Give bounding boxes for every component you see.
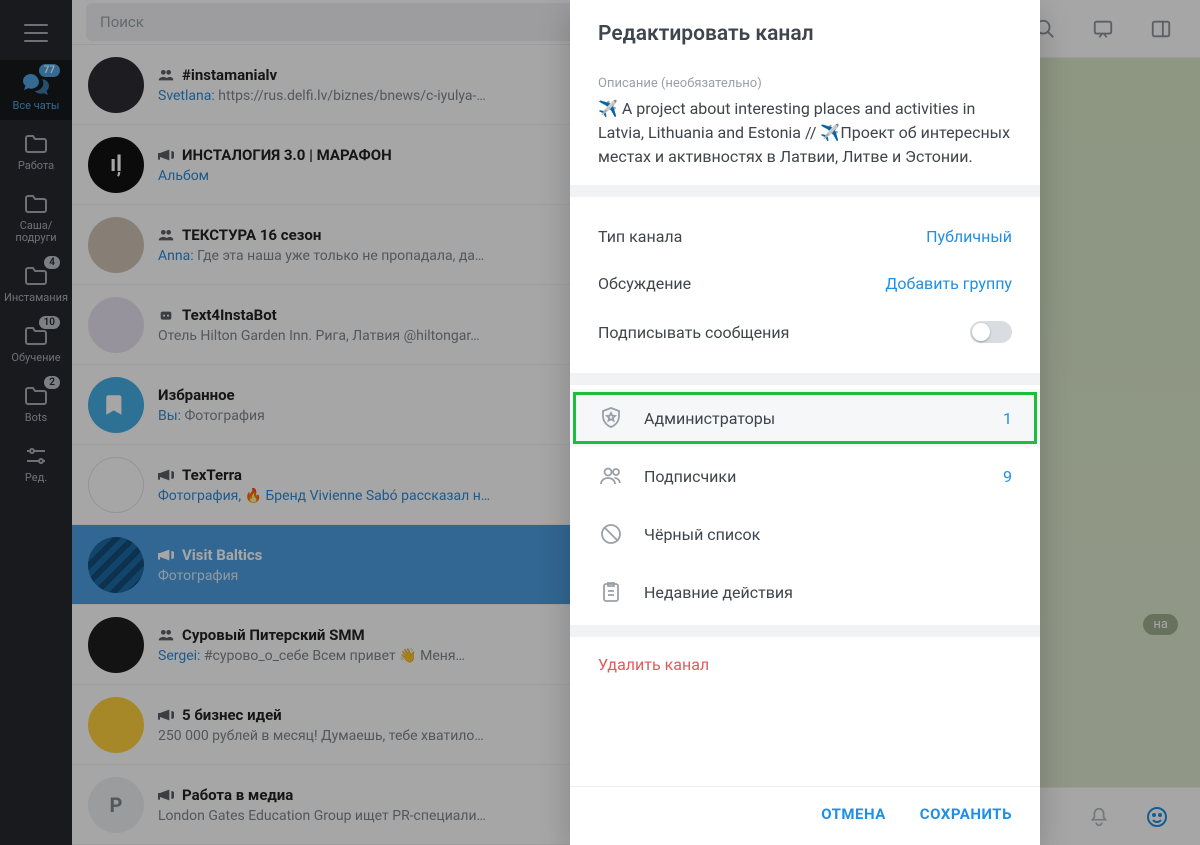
description-label: Описание (необязательно) [598,76,1012,91]
sign-messages-toggle[interactable] [970,321,1012,343]
mgmt-label: Подписчики [644,467,736,486]
mgmt-icon [598,521,624,547]
mgmt-count: 9 [1003,467,1012,486]
management-section: Администраторы 1 Подписчики 9 Чёрный спи… [570,373,1040,625]
mgmt-row-recent[interactable]: Недавние действия [570,563,1040,621]
channel-type-row[interactable]: Тип канала Публичный [598,213,1012,260]
description-field[interactable]: ✈️ A project about interesting places an… [598,97,1012,169]
sign-messages-row[interactable]: Подписывать сообщения [598,307,1012,357]
mgmt-icon [598,463,624,489]
mgmt-icon [598,405,624,431]
discussion-row[interactable]: Обсуждение Добавить группу [598,260,1012,307]
description-section: Описание (необязательно) ✈️ A project ab… [570,60,1040,185]
mgmt-icon [598,579,624,605]
mgmt-label: Чёрный список [644,525,760,544]
mgmt-row-subscribers[interactable]: Подписчики 9 [570,447,1040,505]
mgmt-row-blacklist[interactable]: Чёрный список [570,505,1040,563]
edit-channel-modal: Редактировать канал Описание (необязател… [570,0,1040,845]
mgmt-row-admins[interactable]: Администраторы 1 [570,389,1040,447]
modal-footer: ОТМЕНА СОХРАНИТЬ [570,786,1040,845]
settings-section: Тип канала Публичный Обсуждение Добавить… [570,185,1040,373]
mgmt-count: 1 [1003,409,1012,428]
mgmt-label: Администраторы [644,409,775,428]
cancel-button[interactable]: ОТМЕНА [821,805,886,823]
modal-title: Редактировать канал [570,0,1040,60]
save-button[interactable]: СОХРАНИТЬ [920,805,1012,823]
mgmt-label: Недавние действия [644,583,793,602]
delete-channel-button[interactable]: Удалить канал [570,625,1040,692]
